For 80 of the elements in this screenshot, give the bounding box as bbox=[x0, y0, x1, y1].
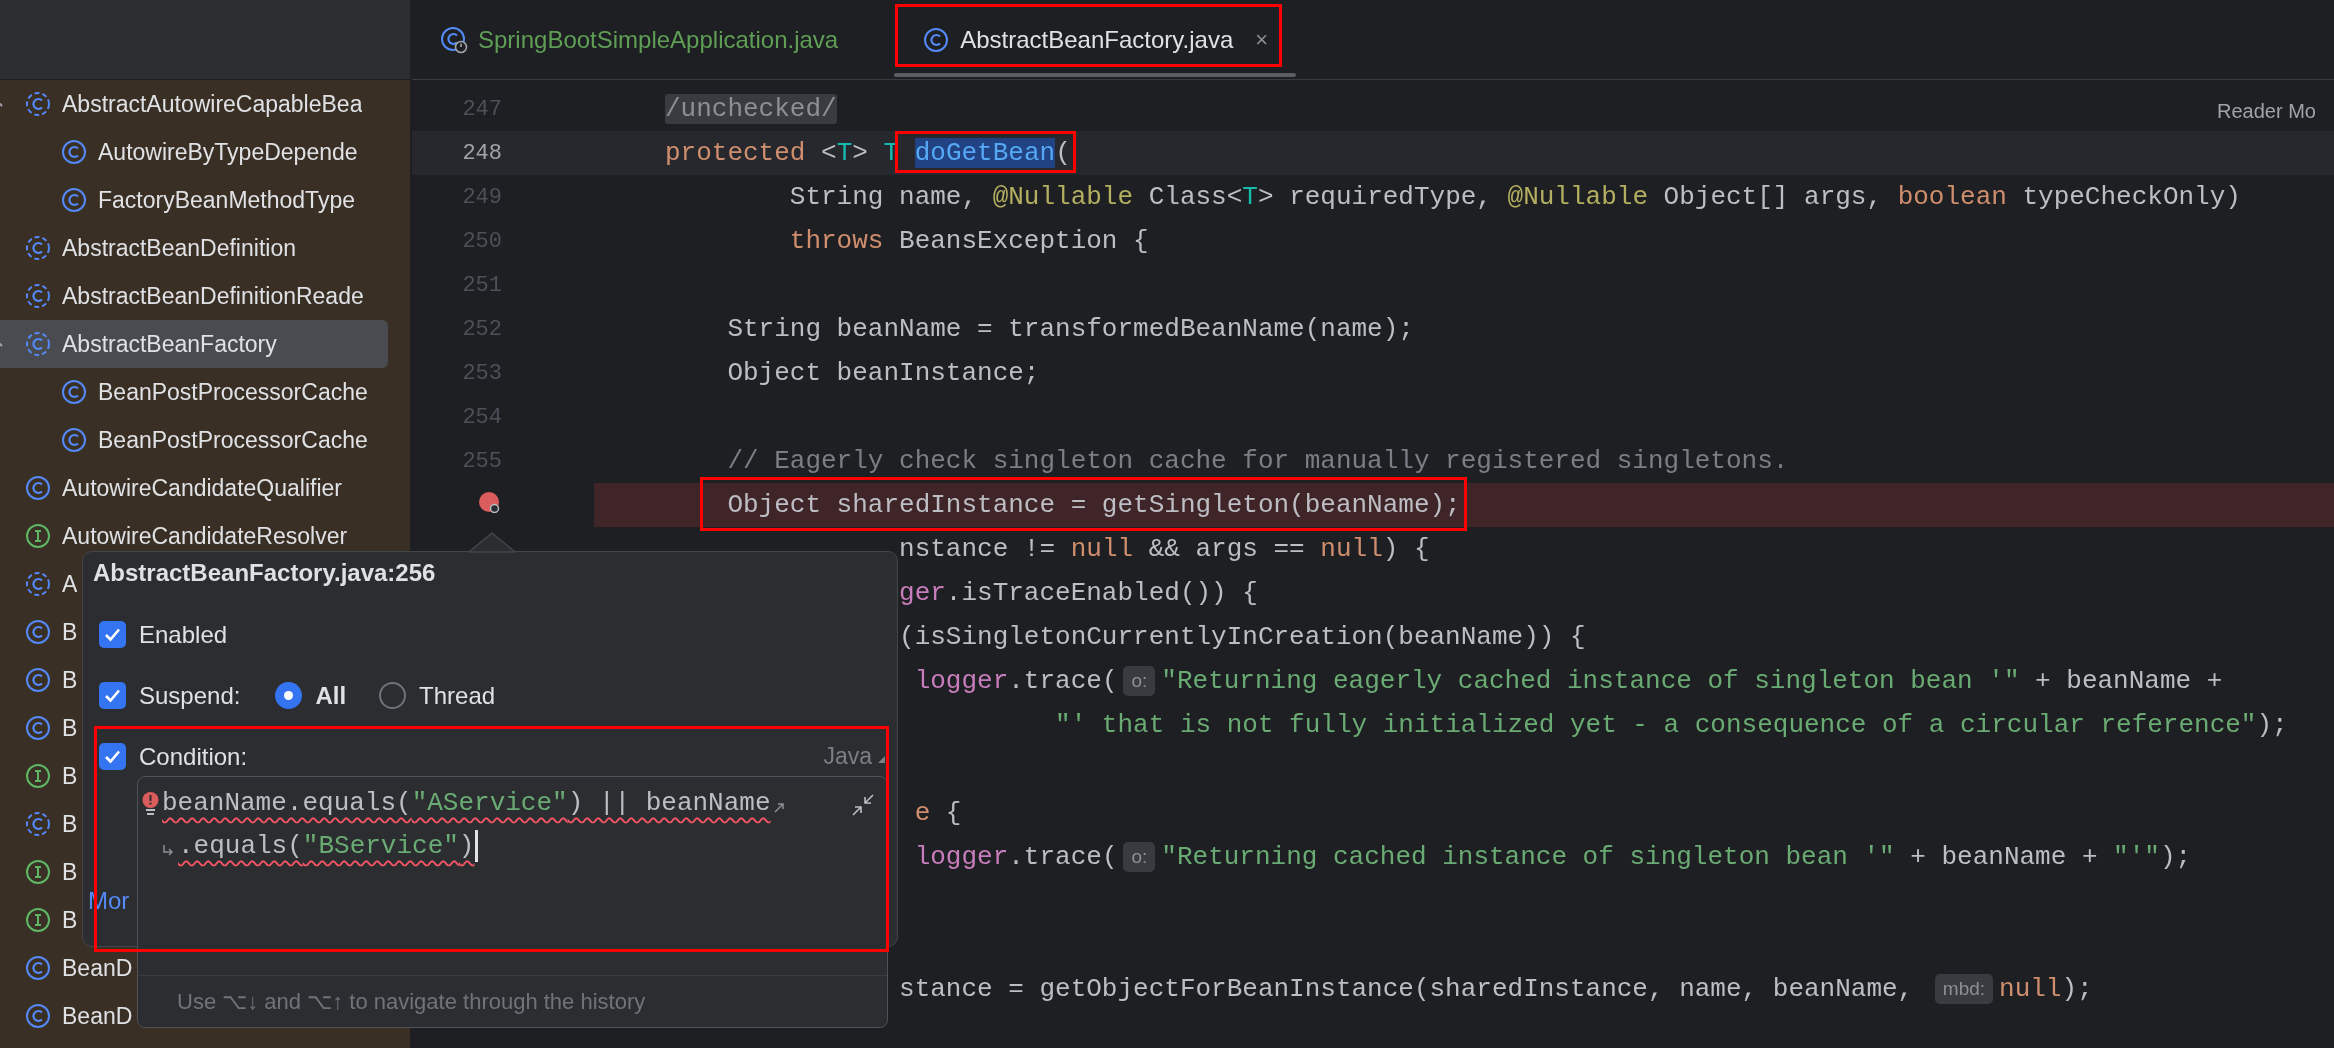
class-icon bbox=[24, 474, 52, 502]
checkbox[interactable] bbox=[99, 682, 126, 709]
checkbox-label: Enabled bbox=[139, 619, 228, 650]
checkbox[interactable] bbox=[99, 621, 126, 648]
code-line: // Eagerly check singleton cache for manually registered singletons. bbox=[727, 445, 1789, 477]
code-line: String beanName = transformedBeanName(name); bbox=[727, 313, 1414, 345]
tree-item[interactable]: AutowireByTypeDepende bbox=[0, 128, 358, 176]
tree-item[interactable]: BeanD bbox=[0, 944, 133, 992]
radio-button[interactable] bbox=[275, 682, 303, 709]
code-line: stance = getObjectForBeanInstance(sharedInstance, name, beanName, mbd: null); bbox=[899, 973, 2093, 1005]
tree-item[interactable]: FactoryBeanMethodType bbox=[0, 176, 355, 224]
interface-icon bbox=[24, 762, 52, 790]
code-line: Object beanInstance; bbox=[727, 357, 1040, 389]
class-icon bbox=[60, 186, 88, 214]
collapse-icon bbox=[851, 793, 875, 817]
tree-item[interactable]: BeanPostProcessorCache bbox=[0, 416, 368, 464]
code-line: Object sharedInstance = getSingleton(beanName); bbox=[727, 489, 1461, 521]
popup-title: AbstractBeanFactory.java:256 bbox=[93, 558, 437, 588]
code-line: throws BeansException { bbox=[789, 225, 1149, 257]
tree-item[interactable]: B bbox=[0, 608, 78, 656]
radio-label: All bbox=[315, 680, 347, 711]
abstract-class-icon bbox=[24, 810, 52, 838]
class-icon bbox=[922, 25, 951, 54]
tree-item[interactable]: BeanPostProcessorCache bbox=[0, 368, 368, 416]
radio-label: Thread bbox=[419, 680, 496, 711]
condition-line: beanName.equals("AService") || beanName bbox=[162, 786, 771, 819]
abstract-class-icon bbox=[24, 90, 52, 118]
caret-icon bbox=[878, 756, 885, 763]
lightbulb-icon bbox=[141, 791, 160, 816]
class-icon bbox=[60, 378, 88, 406]
tree-item[interactable]: B bbox=[0, 752, 78, 800]
tree-item[interactable]: B bbox=[0, 896, 78, 944]
tree-item[interactable]: B bbox=[0, 704, 78, 752]
class-icon bbox=[24, 666, 52, 694]
class-run-icon bbox=[440, 25, 468, 54]
tree-item[interactable]: AbstractBeanDefinition bbox=[0, 224, 296, 272]
tree-item[interactable]: BeanD bbox=[0, 992, 133, 1040]
editor-tab[interactable]: SpringBootSimpleApplication.java bbox=[412, 0, 867, 79]
abstract-class-icon bbox=[24, 570, 52, 598]
abstract-class-icon bbox=[24, 234, 52, 262]
tree-item[interactable]: AutowireCandidateResolver bbox=[0, 512, 348, 560]
code-line: (isSingletonCurrentlyInCreation(beanName)) { bbox=[899, 621, 1586, 653]
close-button[interactable]: × bbox=[1255, 23, 1269, 56]
class-icon bbox=[24, 618, 52, 646]
code-line: logger.trace( o: "Returning eagerly cached instance of singleton bean '" + beanName + bbox=[914, 665, 2223, 697]
code-line: logger.trace( o: "Returning cached instance of singleton bean '" + beanName + "'"); bbox=[914, 841, 2192, 873]
interface-icon bbox=[24, 522, 52, 550]
checkbox-label: Suspend: bbox=[139, 680, 241, 711]
abstract-class-icon bbox=[24, 330, 52, 358]
code-line: String name, @Nullable Class<T> requiredType, @Nullable Object[] args, boolean typeCheckOnly) bbox=[789, 181, 2241, 213]
code-line: nstance != null && args == null) { bbox=[899, 533, 1430, 565]
checkbox-label: Condition: bbox=[139, 741, 248, 772]
code-line: e { bbox=[914, 797, 962, 829]
abstract-class-icon bbox=[24, 282, 52, 310]
tree-item[interactable]: AbstractBeanFactory bbox=[0, 320, 388, 368]
radio-button[interactable] bbox=[379, 682, 407, 709]
history-hint: Use ⌥↓ and ⌥↑ to navigate through the history bbox=[177, 988, 646, 1016]
tree-item[interactable]: AbstractBeanDefinitionReade bbox=[0, 272, 364, 320]
interface-icon bbox=[24, 858, 52, 886]
class-icon bbox=[24, 1002, 52, 1030]
class-icon bbox=[24, 954, 52, 982]
tree-item[interactable]: B bbox=[0, 848, 78, 896]
reader-mode-link[interactable]: Reader Mo bbox=[2217, 96, 2316, 126]
checkbox[interactable] bbox=[99, 743, 126, 770]
line-number: 248 bbox=[462, 139, 502, 168]
class-icon bbox=[60, 426, 88, 454]
tree-item[interactable]: B bbox=[0, 656, 78, 704]
class-icon bbox=[24, 714, 52, 742]
tree-item[interactable]: AutowireCandidateQualifier bbox=[0, 464, 342, 512]
editor-tab[interactable]: AbstractBeanFactory.java × bbox=[894, 0, 1297, 79]
tree-item[interactable]: B bbox=[0, 800, 78, 848]
code-line: ger.isTraceEnabled()) { bbox=[899, 577, 1258, 609]
code-line: "' that is not fully initialized yet - a consequence of a circular reference"); bbox=[1055, 709, 2288, 741]
tree-item[interactable]: AbstractAutowireCapableBea bbox=[0, 80, 363, 128]
condition-editor[interactable]: beanName.equals("AService") || beanName .equals("BService") Use ⌥↓ and ⌥↑ to navigate through the history bbox=[137, 776, 888, 1028]
breakpoint-icon bbox=[478, 491, 500, 513]
interface-icon bbox=[24, 906, 52, 934]
tree-item[interactable]: A bbox=[0, 560, 78, 608]
class-icon bbox=[60, 138, 88, 166]
condition-line: .equals("BService") bbox=[178, 829, 475, 862]
